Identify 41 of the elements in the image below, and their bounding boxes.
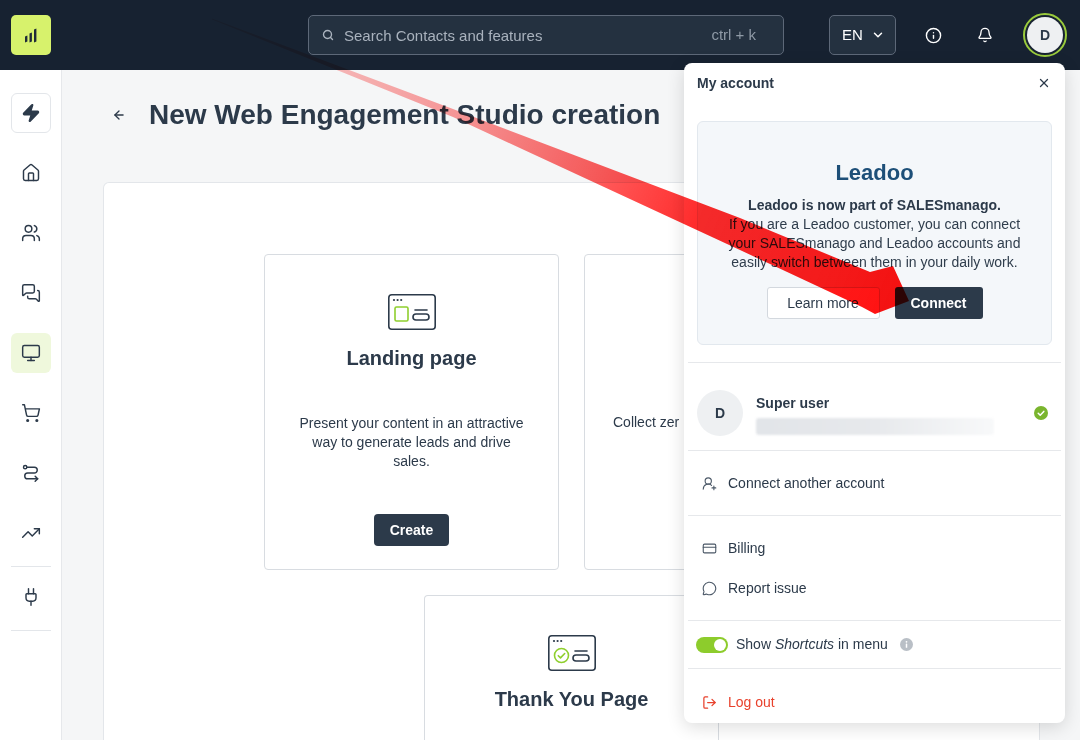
connect-button[interactable]: Connect bbox=[894, 287, 983, 319]
avatar-button[interactable]: D bbox=[1023, 13, 1067, 57]
credit-card-icon bbox=[702, 540, 717, 556]
page-title: New Web Engagement Studio creation bbox=[149, 98, 661, 132]
account-name: Super user bbox=[756, 394, 831, 413]
toggle-switch[interactable] bbox=[696, 636, 728, 653]
card-title: Thank You Page bbox=[494, 687, 649, 712]
language-select[interactable]: EN bbox=[829, 15, 896, 55]
menu-item[interactable]: Connect another account bbox=[684, 463, 1065, 503]
search-icon bbox=[322, 29, 334, 41]
menu-item[interactable]: Report issue bbox=[684, 568, 1065, 608]
account-avatar: D bbox=[697, 390, 743, 436]
cart-icon bbox=[20, 403, 41, 423]
create-button[interactable]: Create bbox=[373, 514, 450, 546]
card-title: Landing page bbox=[346, 346, 477, 371]
lightning-icon bbox=[20, 103, 41, 123]
logout-item[interactable]: Log out bbox=[684, 682, 775, 722]
shortcut-hint: ctrl + k bbox=[711, 25, 756, 45]
browser-window-icon bbox=[547, 635, 596, 671]
home-icon bbox=[20, 163, 41, 183]
menu-item[interactable]: Billing bbox=[684, 528, 1065, 568]
sidebar-item[interactable] bbox=[10, 93, 51, 133]
chat-bubbles-icon bbox=[20, 283, 41, 303]
bar-chart-logo-icon[interactable] bbox=[11, 15, 51, 55]
promo-headline: Leadoo is now part of SALESmanago. bbox=[748, 196, 1001, 215]
logout-icon bbox=[702, 694, 717, 710]
menu-title: My account bbox=[697, 73, 774, 93]
card-description: Collect zer bbox=[613, 413, 680, 432]
user-plus-icon bbox=[702, 475, 717, 491]
route-icon bbox=[20, 463, 41, 483]
card-description: Present your content in an attractive way to generate leads and drive sales. bbox=[298, 414, 525, 471]
browser-window-icon bbox=[387, 294, 436, 330]
close-icon[interactable] bbox=[1037, 76, 1051, 90]
users-icon bbox=[20, 223, 41, 243]
speech-bubble-icon bbox=[702, 580, 717, 596]
toggle-label: Show Shortcuts in menu bbox=[736, 635, 888, 654]
logo-text: Leadoo bbox=[835, 162, 914, 184]
sidebar-item[interactable] bbox=[10, 333, 51, 373]
notification-bell-icon[interactable] bbox=[977, 27, 993, 43]
monitor-icon bbox=[20, 343, 41, 363]
info-icon[interactable] bbox=[925, 26, 942, 44]
